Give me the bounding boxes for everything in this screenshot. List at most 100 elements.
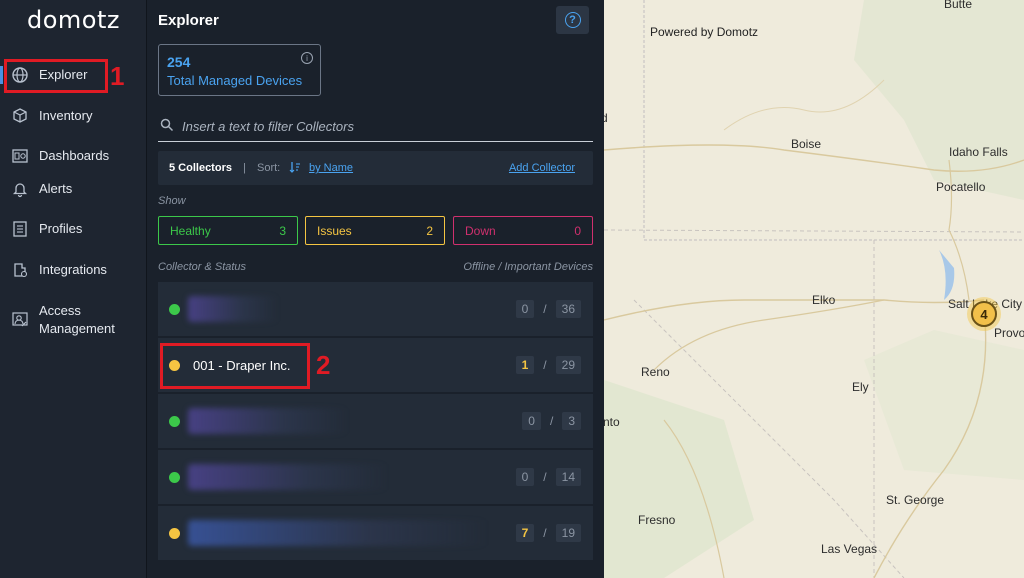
dashboard-icon [11, 147, 29, 165]
bell-icon [11, 180, 29, 198]
left-nav: domotz Explorer Inventory Dashboards Ale… [0, 0, 147, 578]
redacted-name [188, 464, 388, 490]
toolbar-separator: | [243, 162, 246, 174]
collector-row[interactable]: 0 / 3 [158, 394, 593, 449]
device-stats: 1 / 29 [515, 356, 581, 374]
nav-item-dashboards[interactable]: Dashboards [0, 147, 147, 165]
nav-label: Access Management [39, 303, 115, 336]
nav-label: Integrations [39, 262, 107, 277]
powered-by-label: Powered by Domotz [650, 25, 759, 39]
filter-healthy-button[interactable]: Healthy 3 [158, 216, 298, 245]
status-dot-healthy [169, 416, 180, 427]
collector-name: 001 - Draper Inc. [193, 358, 291, 373]
nav-label: Profiles [39, 221, 83, 236]
offline-count: 0 [515, 468, 535, 486]
filter-down-button[interactable]: Down 0 [453, 216, 593, 245]
redacted-name [188, 296, 278, 322]
nav-item-inventory[interactable]: Inventory [0, 107, 147, 125]
device-stats: 0 / 36 [515, 300, 581, 318]
show-label: Show [158, 195, 186, 207]
important-count: 14 [555, 468, 581, 486]
nav-item-explorer[interactable]: Explorer [0, 66, 147, 84]
important-count: 29 [555, 356, 581, 374]
nav-item-alerts[interactable]: Alerts [0, 180, 147, 198]
column-header-collector: Collector & Status [158, 261, 247, 273]
search-icon [160, 118, 174, 132]
city-label: Ely [852, 380, 869, 394]
add-collector-link[interactable]: Add Collector [509, 162, 575, 174]
cubes-icon [11, 107, 29, 125]
nav-label: Alerts [39, 181, 73, 196]
integrations-icon [11, 261, 29, 279]
city-label: Pocatello [936, 180, 986, 194]
filter-count: 0 [574, 224, 581, 238]
nav-item-access-management[interactable]: Access Management [0, 302, 147, 338]
redacted-name [188, 520, 488, 546]
important-count: 19 [555, 524, 581, 542]
nav-label: Dashboards [39, 148, 110, 163]
redacted-name [188, 408, 348, 434]
column-header-devices: Offline / Important Devices [463, 261, 593, 273]
city-label: Provo [994, 326, 1024, 340]
domotz-logo[interactable]: domotz [27, 6, 120, 34]
city-label: Elko [812, 293, 836, 307]
map-terrain [604, 0, 1024, 578]
map-cluster-marker[interactable]: 4 [967, 297, 1001, 331]
city-label: Fresno [638, 513, 676, 527]
collectors-count: 5 Collectors [169, 162, 232, 174]
nav-item-profiles[interactable]: Profiles [0, 220, 147, 238]
city-label: Las Vegas [821, 542, 878, 556]
question-icon: ? [564, 12, 581, 28]
important-count: 3 [562, 412, 581, 430]
offline-count: 0 [515, 300, 535, 318]
collector-row[interactable]: 0 / 36 [158, 282, 593, 337]
filter-label: Healthy [170, 224, 211, 238]
explorer-panel: Explorer ? 254 Total Managed Devices i 5… [147, 0, 604, 578]
collector-row[interactable]: 0 / 14 [158, 450, 593, 505]
map-view[interactable]: Powered by Domotz Butte Boise Idaho Fall… [604, 0, 1024, 578]
collector-row[interactable]: 7 / 19 [158, 506, 593, 561]
nav-label: Explorer [39, 67, 88, 82]
sort-label: Sort: [257, 162, 281, 174]
total-devices-value: 254 [167, 54, 191, 70]
city-label: Butte [944, 0, 973, 11]
status-dot-issues [169, 360, 180, 371]
offline-count: 7 [515, 524, 535, 542]
device-stats: 0 / 14 [515, 468, 581, 486]
collector-search [158, 112, 593, 142]
user-key-icon [11, 311, 29, 329]
device-stats: 0 / 3 [522, 412, 581, 430]
filter-label: Issues [317, 224, 352, 238]
city-label: Idaho Falls [949, 145, 1008, 159]
filter-issues-button[interactable]: Issues 2 [305, 216, 445, 245]
city-label: St. George [886, 493, 945, 507]
search-input[interactable] [182, 116, 582, 136]
status-dot-healthy [169, 304, 180, 315]
collector-row[interactable]: 001 - Draper Inc. 1 / 29 [158, 338, 593, 393]
info-icon[interactable]: i [301, 52, 313, 64]
checklist-icon [11, 220, 29, 238]
nav-label: Inventory [39, 108, 93, 123]
total-devices-label: Total Managed Devices [167, 73, 303, 88]
page-title: Explorer [158, 12, 219, 29]
status-dot-issues [169, 528, 180, 539]
sort-icon[interactable] [289, 161, 301, 176]
annotation-number-1: 1 [110, 61, 125, 91]
device-stats: 7 / 19 [515, 524, 581, 542]
sort-by-name-link[interactable]: by Name [309, 162, 353, 174]
status-dot-healthy [169, 472, 180, 483]
annotation-number-2: 2 [316, 350, 331, 380]
city-label: d [604, 111, 608, 125]
filter-label: Down [465, 224, 496, 238]
important-count: 36 [555, 300, 581, 318]
cluster-count: 4 [971, 301, 997, 327]
nav-item-integrations[interactable]: Integrations [0, 261, 147, 279]
city-label: nto [604, 415, 620, 429]
filter-count: 3 [279, 224, 286, 238]
collectors-toolbar: 5 Collectors | Sort: by Name Add Collect… [158, 151, 593, 185]
city-label: Boise [791, 137, 822, 151]
city-label: Reno [641, 365, 670, 379]
help-button[interactable]: ? [556, 6, 589, 34]
globe-icon [11, 66, 29, 84]
total-devices-card[interactable]: 254 Total Managed Devices i [158, 44, 321, 96]
